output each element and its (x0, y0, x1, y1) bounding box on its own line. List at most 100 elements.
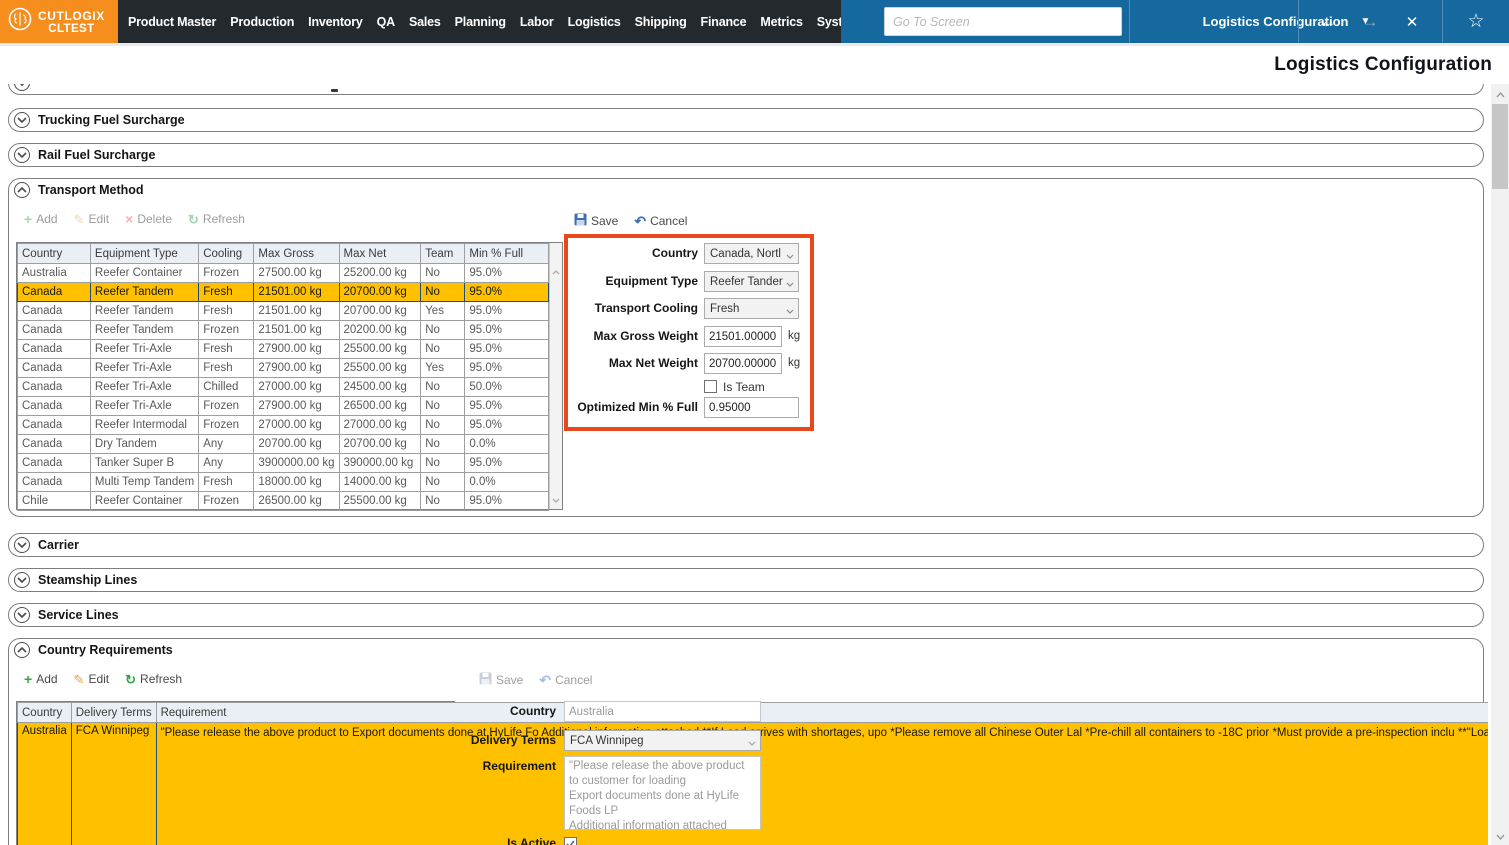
scroll-down-icon[interactable] (1491, 828, 1509, 845)
menu-item-sales[interactable]: Sales (409, 15, 441, 29)
delivery-terms-select[interactable]: FCA Winnipeg (564, 730, 761, 751)
is-active-label: Is Active (396, 833, 556, 845)
country-req-grid-toolbar: + Add ✎ Edit ↻ Refresh (24, 672, 182, 686)
col-max-gross[interactable]: Max Gross (254, 244, 339, 264)
delete-button[interactable]: × Delete (125, 212, 172, 226)
is-active-checkbox[interactable] (564, 837, 577, 845)
section-title: Country Requirements (38, 643, 173, 657)
delivery-terms-label: Delivery Terms (396, 730, 556, 751)
table-row[interactable]: CanadaReefer Tri-AxleFresh27900.00 kg255… (18, 359, 549, 378)
is-team-checkbox[interactable] (704, 380, 717, 393)
chevron-up-icon[interactable] (14, 642, 30, 658)
table-row[interactable]: CanadaReefer Tri-AxleFrozen27900.00 kg26… (18, 397, 549, 416)
edit-button[interactable]: ✎ Edit (74, 672, 110, 686)
add-button[interactable]: + Add (24, 212, 58, 226)
table-row[interactable]: AustraliaReefer ContainerFrozen27500.00 … (18, 264, 549, 283)
col-requirement[interactable]: Requirement (156, 703, 1488, 723)
equipment-type-select[interactable]: Reefer Tander (704, 271, 799, 292)
save-button[interactable]: Save (574, 213, 618, 229)
chevron-down-icon[interactable] (14, 537, 30, 553)
chevron-down-icon[interactable] (14, 607, 30, 623)
chevron-down-icon (748, 737, 756, 749)
country-label: Country (538, 243, 698, 264)
country-select[interactable]: Canada, Nortl (704, 243, 799, 264)
favorite-star-icon[interactable]: ☆ (1443, 0, 1509, 43)
section-service-lines[interactable]: Service Lines (8, 603, 1484, 627)
menu-item-product-master[interactable]: Product Master (128, 15, 216, 29)
transport-cooling-select[interactable]: Fresh (704, 298, 799, 319)
section-trucking-fuel-surcharge[interactable]: Trucking Fuel Surcharge (8, 108, 1484, 132)
table-row-selected[interactable]: CanadaReefer TandemFresh21501.00 kg20700… (18, 283, 549, 302)
menu-item-production[interactable]: Production (230, 15, 294, 29)
cancel-button[interactable]: ↶ Cancel (634, 214, 687, 228)
section-title: Rail Fuel Surcharge (38, 148, 155, 162)
scrollbar-thumb[interactable] (1492, 104, 1508, 189)
menu-item-metrics[interactable]: Metrics (760, 15, 802, 29)
max-net-weight-label: Max Net Weight (538, 353, 698, 374)
back-arrow-button[interactable]: ← (1307, 0, 1349, 43)
chevron-down-icon[interactable] (14, 112, 30, 128)
optimized-min-pct-full-input[interactable] (704, 397, 799, 418)
refresh-button[interactable]: ↻ Refresh (188, 212, 245, 226)
max-gross-weight-input[interactable] (704, 326, 782, 347)
chevron-down-icon (14, 84, 30, 91)
edit-button[interactable]: ✎ Edit (74, 212, 110, 226)
table-row[interactable]: CanadaReefer TandemFrozen21501.00 kg2020… (18, 321, 549, 340)
close-screen-button[interactable]: ✕ (1391, 0, 1433, 43)
section-steamship-lines[interactable]: Steamship Lines (8, 568, 1484, 592)
plus-icon: + (24, 672, 32, 686)
section-clipped-top[interactable] (8, 84, 1484, 95)
menu-item-finance[interactable]: Finance (701, 15, 747, 29)
add-button[interactable]: + Add (24, 672, 58, 686)
menu-item-inventory[interactable]: Inventory (308, 15, 362, 29)
forward-arrow-button[interactable]: → (1349, 0, 1391, 43)
col-min-pct-full[interactable]: Min % Full (465, 244, 549, 264)
chevron-up-icon[interactable] (14, 182, 30, 198)
menu-item-qa[interactable]: QA (377, 15, 395, 29)
undo-arrow-icon: ↶ (539, 673, 551, 687)
table-row[interactable]: CanadaReefer TandemFresh21501.00 kg20700… (18, 302, 549, 321)
table-row[interactable]: CanadaReefer Tri-AxleChilled27000.00 kg2… (18, 378, 549, 397)
col-max-net[interactable]: Max Net (339, 244, 421, 264)
section-title: Service Lines (38, 608, 119, 622)
section-transport-method: Transport Method + Add ✎ Edit × Delete ↻… (8, 178, 1484, 517)
scroll-down-icon[interactable] (550, 493, 562, 507)
col-country[interactable]: Country (18, 244, 91, 264)
save-button[interactable]: Save (479, 672, 523, 688)
section-rail-fuel-surcharge[interactable]: Rail Fuel Surcharge (8, 143, 1484, 167)
chevron-down-icon[interactable] (14, 572, 30, 588)
go-to-screen-input[interactable] (884, 7, 1122, 36)
col-cooling[interactable]: Cooling (199, 244, 254, 264)
table-row[interactable]: CanadaReefer Tri-AxleFresh27900.00 kg255… (18, 340, 549, 359)
table-row[interactable]: ChileReefer ContainerFrozen26500.00 kg25… (18, 492, 549, 511)
col-delivery-terms[interactable]: Delivery Terms (71, 703, 156, 723)
scroll-up-icon[interactable] (1491, 86, 1509, 103)
page-title: Logistics Configuration (1274, 54, 1492, 76)
table-row[interactable]: CanadaTanker Super BAny3900000.00 kg3900… (18, 454, 549, 473)
table-row[interactable]: CanadaMulti Temp TandemFresh18000.00 kg1… (18, 473, 549, 492)
page-vertical-scrollbar[interactable] (1491, 84, 1509, 845)
col-equipment-type[interactable]: Equipment Type (90, 244, 198, 264)
table-row[interactable]: CanadaReefer IntermodalFrozen27000.00 kg… (18, 416, 549, 435)
col-country[interactable]: Country (18, 703, 72, 723)
col-team[interactable]: Team (421, 244, 465, 264)
max-net-weight-input[interactable] (704, 353, 782, 374)
transport-form-toolbar: Save ↶ Cancel (574, 213, 687, 229)
logo-brand-text: CUTLOGIX (38, 9, 105, 23)
table-row[interactable]: CanadaDry TandemAny20700.00 kg20700.00 k… (18, 435, 549, 454)
undo-arrow-icon: ↶ (634, 214, 646, 228)
cancel-button[interactable]: ↶ Cancel (539, 673, 592, 687)
chevron-down-icon[interactable] (14, 147, 30, 163)
section-carrier[interactable]: Carrier (8, 533, 1484, 557)
country-input[interactable] (564, 701, 761, 722)
transport-cooling-label: Transport Cooling (538, 298, 698, 319)
menu-item-logistics[interactable]: Logistics (568, 15, 621, 29)
menu-item-labor[interactable]: Labor (520, 15, 554, 29)
logo-env-text: CLTEST (48, 23, 94, 35)
menu-item-shipping[interactable]: Shipping (635, 15, 687, 29)
app-logo: CUTLOGIX CLTEST (0, 0, 118, 43)
refresh-button[interactable]: ↻ Refresh (125, 672, 182, 686)
menu-item-planning[interactable]: Planning (455, 15, 506, 29)
section-title: Transport Method (38, 183, 144, 197)
requirement-textarea[interactable]: "Please release the above product to cus… (564, 756, 761, 830)
